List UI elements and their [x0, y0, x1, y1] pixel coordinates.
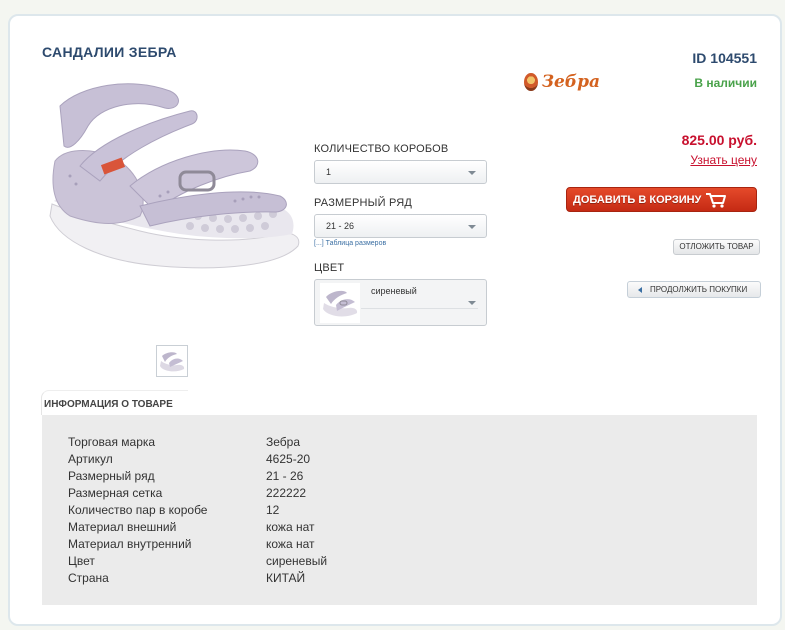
info-key: Артикул	[68, 452, 113, 466]
tab-product-info[interactable]: ИНФОРМАЦИЯ О ТОВАРЕ	[41, 390, 188, 415]
color-value: сиреневый	[371, 286, 417, 296]
chevron-down-icon	[468, 225, 476, 229]
color-select[interactable]: сиреневый	[314, 279, 487, 326]
product-info-panel: Торговая марка Зебра Артикул 4625-20 Размерн…	[42, 415, 757, 605]
continue-shopping-button[interactable]: ПРОДОЛЖИТЬ ПОКУПКИ	[627, 281, 761, 298]
size-table-link[interactable]: [...] Таблица размеров	[314, 240, 386, 247]
size-range-value: 21 - 26	[326, 221, 355, 231]
chevron-down-icon	[468, 301, 476, 305]
product-image[interactable]	[40, 66, 305, 278]
size-range-select[interactable]: 21 - 26	[314, 214, 487, 238]
boxes-select[interactable]: 1	[314, 160, 487, 184]
info-value: 4625-20	[266, 452, 311, 466]
boxes-label: КОЛИЧЕСТВО КОРОБОВ	[314, 143, 449, 155]
info-value: кожа нат	[266, 520, 315, 534]
info-value: 12	[266, 503, 280, 517]
price: 825.00 руб.	[681, 132, 757, 148]
availability-status: В наличии	[694, 76, 757, 90]
product-thumbnail[interactable]	[156, 345, 188, 377]
divider	[361, 308, 478, 309]
continue-shopping-label: ПРОДОЛЖИТЬ ПОКУПКИ	[650, 285, 748, 294]
info-key: Количество пар в коробе	[68, 503, 208, 517]
info-key: Размерная сетка	[68, 486, 163, 500]
info-value: 21 - 26	[266, 469, 304, 483]
zebra-mascot-icon	[524, 73, 538, 91]
product-title: САНДАЛИИ ЗЕБРА	[42, 44, 177, 60]
check-price-link[interactable]: Узнать цену	[690, 153, 757, 167]
brand-logo-text: Зебра	[541, 72, 600, 92]
info-key: Страна	[68, 571, 109, 585]
info-value: 222222	[266, 486, 307, 500]
info-key: Материал внешний	[68, 520, 177, 534]
color-swatch-image	[320, 283, 360, 323]
info-key: Цвет	[68, 554, 95, 568]
info-key: Размерный ряд	[68, 469, 155, 483]
info-value: сиреневый	[266, 554, 328, 568]
info-key: Торговая марка	[68, 435, 156, 449]
size-range-label: РАЗМЕРНЫЙ РЯД	[314, 197, 413, 209]
boxes-value: 1	[326, 167, 332, 177]
info-value: КИТАЙ	[266, 571, 306, 585]
brand-logo[interactable]: Зебра	[524, 70, 600, 94]
cart-icon	[705, 192, 727, 208]
defer-item-button[interactable]: ОТЛОЖИТЬ ТОВАР	[673, 239, 760, 255]
add-to-cart-button[interactable]: ДОБАВИТЬ В КОРЗИНУ	[566, 187, 757, 212]
product-id: ID 104551	[692, 50, 757, 66]
info-key: Материал внутренний	[68, 537, 192, 551]
info-value: кожа нат	[266, 537, 315, 551]
color-label: ЦВЕТ	[314, 262, 345, 274]
chevron-down-icon	[468, 171, 476, 175]
arrow-left-icon	[638, 286, 642, 293]
info-value: Зебра	[266, 435, 301, 449]
add-to-cart-label: ДОБАВИТЬ В КОРЗИНУ	[573, 193, 702, 206]
